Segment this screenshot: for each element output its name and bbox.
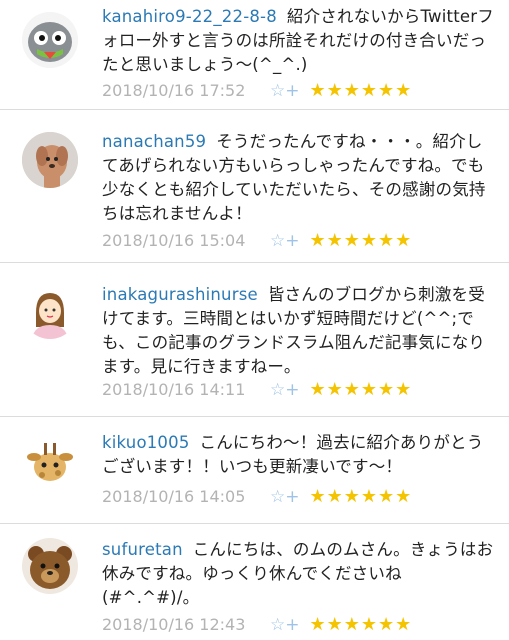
star-rating: ★★★★★★ [309, 80, 413, 101]
add-star-icon[interactable]: ☆+ [270, 231, 299, 251]
giraffe-avatar[interactable] [22, 435, 78, 491]
comment-username[interactable]: kikuo1005 [102, 433, 190, 452]
star-rating: ★★★★★★ [309, 379, 413, 400]
comment-body: nanachan59 そうだったんですね・・・。紹介してあげられない方もいらっしゃ… [102, 130, 494, 226]
comment-item: sufuretan こんにちは、のムのムさん。きょうはお休みですね。ゆっくり休んで… [0, 524, 509, 640]
comment-username[interactable]: inakagurashinurse [102, 285, 258, 304]
comment-timestamp[interactable]: 2018/10/16 17:52 [102, 81, 270, 100]
comment-meta: 2018/10/16 14:05 ☆+ ★★★★★★ [102, 486, 412, 510]
dog-avatar[interactable] [22, 132, 78, 188]
comment-item: nanachan59 そうだったんですね・・・。紹介してあげられない方もいらっしゃ… [0, 110, 509, 263]
comment-body: inakagurashinurse 皆さんのブログから刺激を受けてます。三時間とは… [102, 283, 494, 379]
comment-timestamp[interactable]: 2018/10/16 15:04 [102, 231, 270, 250]
comment-item: kikuo1005 こんにちわ〜！過去に紹介ありがとうございます！！いつも更新凄い… [0, 417, 509, 524]
add-star-icon[interactable]: ☆+ [270, 81, 299, 101]
add-star-icon[interactable]: ☆+ [270, 380, 299, 400]
add-star-icon[interactable]: ☆+ [270, 487, 299, 507]
star-rating: ★★★★★★ [309, 230, 413, 251]
star-rating: ★★★★★★ [309, 614, 413, 635]
comment-body: sufuretan こんにちは、のムのムさん。きょうはお休みですね。ゆっくり休んで… [102, 538, 494, 610]
teddy-bear-avatar[interactable] [22, 538, 78, 594]
comment-meta: 2018/10/16 12:43 ☆+ ★★★★★★ [102, 614, 412, 638]
star-rating: ★★★★★★ [309, 486, 413, 507]
comment-item: kanahiro9-22_22-8-8 紹介されないからTwitterフォロー外す… [0, 0, 509, 110]
comment-body: kanahiro9-22_22-8-8 紹介されないからTwitterフォロー外す… [102, 5, 494, 77]
comment-meta: 2018/10/16 14:11 ☆+ ★★★★★★ [102, 379, 412, 403]
comment-item: inakagurashinurse 皆さんのブログから刺激を受けてます。三時間とは… [0, 263, 509, 417]
comment-timestamp[interactable]: 2018/10/16 14:05 [102, 487, 270, 506]
comment-meta: 2018/10/16 15:04 ☆+ ★★★★★★ [102, 230, 412, 254]
comment-timestamp[interactable]: 2018/10/16 14:11 [102, 380, 270, 399]
comment-username[interactable]: nanachan59 [102, 132, 206, 151]
comment-meta: 2018/10/16 17:52 ☆+ ★★★★★★ [102, 80, 412, 104]
add-star-icon[interactable]: ☆+ [270, 615, 299, 635]
robot-avatar[interactable] [22, 12, 78, 68]
comment-body: kikuo1005 こんにちわ〜！過去に紹介ありがとうございます！！いつも更新凄い… [102, 431, 494, 479]
comment-username[interactable]: kanahiro9-22_22-8-8 [102, 7, 277, 26]
comment-timestamp[interactable]: 2018/10/16 12:43 [102, 615, 270, 634]
comment-username[interactable]: sufuretan [102, 540, 183, 559]
nurse-avatar[interactable] [22, 283, 78, 339]
